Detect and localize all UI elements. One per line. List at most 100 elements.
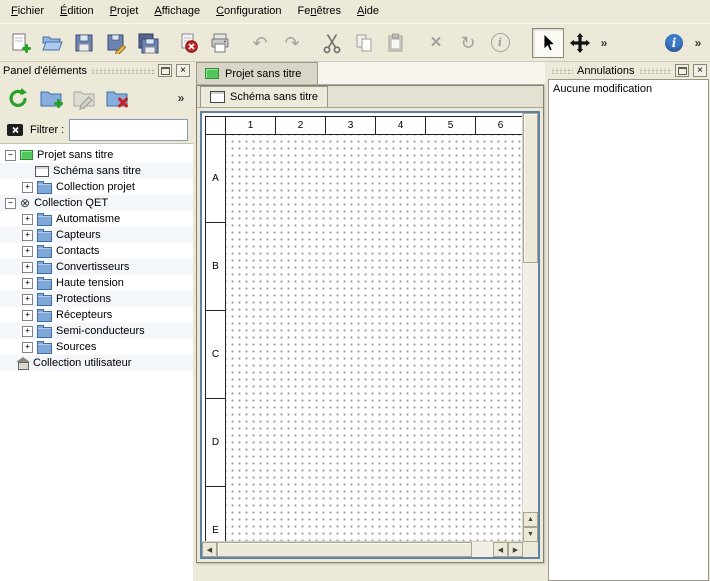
- horizontal-scrollbar[interactable]: ◀ ◀ ▶: [202, 541, 523, 557]
- vertical-scrollbar-thumb[interactable]: [523, 113, 538, 263]
- expand-expander-icon[interactable]: +: [22, 262, 33, 273]
- mdi-workspace: Projet sans titre Schéma sans titre 1: [196, 62, 545, 581]
- tab-project[interactable]: Projet sans titre: [196, 62, 318, 84]
- collapse-expander-icon[interactable]: −: [5, 198, 16, 209]
- expand-expander-icon[interactable]: +: [22, 246, 33, 257]
- tree-item-automatisme[interactable]: + Automatisme: [0, 211, 193, 227]
- tree-item-diagram[interactable]: Schéma sans titre: [0, 163, 193, 179]
- tab-diagram[interactable]: Schéma sans titre: [200, 86, 328, 107]
- elements-panel-toolbar: »: [0, 79, 193, 117]
- save-as-button[interactable]: [100, 28, 132, 58]
- expand-expander-icon[interactable]: +: [22, 310, 33, 321]
- tree-item-protections[interactable]: + Protections: [0, 291, 193, 307]
- tree-item-label: Automatisme: [56, 213, 120, 225]
- qet-collection-icon: ⊗: [20, 197, 30, 209]
- delete-button[interactable]: ✕: [420, 28, 452, 58]
- about-button[interactable]: i: [658, 28, 690, 58]
- tree-item-project[interactable]: − Projet sans titre: [0, 147, 193, 163]
- clear-filter-button[interactable]: [5, 120, 25, 140]
- redo-button[interactable]: ↷: [276, 28, 308, 58]
- tree-item-contacts[interactable]: + Contacts: [0, 243, 193, 259]
- printer-icon: [209, 32, 231, 54]
- open-document-button[interactable]: [36, 28, 68, 58]
- tree-item-project-collection[interactable]: + Collection projet: [0, 179, 193, 195]
- horizontal-scrollbar-thumb[interactable]: [217, 542, 472, 557]
- dock-drag-grip[interactable]: [91, 68, 154, 74]
- reload-collections-button[interactable]: [4, 84, 32, 112]
- print-button[interactable]: [204, 28, 236, 58]
- menu-configuration[interactable]: Configuration: [208, 0, 289, 23]
- select-tool-button[interactable]: [532, 28, 564, 58]
- menu-fichier[interactable]: Fichier: [3, 0, 52, 23]
- filter-row: Filtrer :: [0, 117, 193, 143]
- panel-toolbar-overflow-button[interactable]: »: [173, 84, 189, 112]
- undo-button[interactable]: ↶: [244, 28, 276, 58]
- cut-button[interactable]: [316, 28, 348, 58]
- vertical-scrollbar-track[interactable]: [523, 263, 538, 512]
- dock-float-button[interactable]: [158, 64, 172, 77]
- menu-affichage[interactable]: Affichage: [146, 0, 208, 23]
- tree-item-capteurs[interactable]: + Capteurs: [0, 227, 193, 243]
- rotate-button[interactable]: ↻: [452, 28, 484, 58]
- diagram-canvas[interactable]: 1 2 3 4 5 6 A B C D E: [202, 113, 523, 542]
- tree-item-user-collection[interactable]: Collection utilisateur: [0, 355, 193, 371]
- scroll-down-button[interactable]: ▼: [523, 527, 538, 542]
- grid-dots: [226, 135, 523, 542]
- toolbar-overflow-button[interactable]: »: [596, 28, 612, 58]
- expand-expander-icon[interactable]: +: [22, 294, 33, 305]
- chevron-right-icon: »: [601, 36, 608, 50]
- tree-item-sources[interactable]: + Sources: [0, 339, 193, 355]
- expand-expander-icon[interactable]: +: [22, 326, 33, 337]
- dock-close-button[interactable]: ×: [176, 64, 190, 77]
- pan-tool-button[interactable]: [564, 28, 596, 58]
- expand-expander-icon[interactable]: +: [22, 230, 33, 241]
- float-window-icon: [161, 67, 170, 75]
- tree-item-semi-conducteurs[interactable]: + Semi-conducteurs: [0, 323, 193, 339]
- dock-close-button[interactable]: ×: [693, 64, 707, 77]
- new-document-button[interactable]: [4, 28, 36, 58]
- tree-item-qet-collection[interactable]: − ⊗ Collection QET: [0, 195, 193, 211]
- scroll-left-button[interactable]: ◀: [202, 542, 217, 557]
- horizontal-scrollbar-track[interactable]: [472, 542, 493, 557]
- edit-pencil-icon: [72, 86, 96, 110]
- tree-item-label: Sources: [56, 341, 96, 353]
- save-button[interactable]: [68, 28, 100, 58]
- save-all-button[interactable]: [132, 28, 164, 58]
- folder-icon: [37, 247, 52, 258]
- expand-expander-icon[interactable]: +: [22, 182, 33, 193]
- close-icon: ×: [180, 66, 186, 76]
- menu-edition[interactable]: Édition: [52, 0, 102, 23]
- move-arrows-icon: [569, 32, 591, 54]
- scroll-right-button[interactable]: ▶: [508, 542, 523, 557]
- ruler-corner: [206, 117, 226, 135]
- tree-item-haute-tension[interactable]: + Haute tension: [0, 275, 193, 291]
- close-file-button[interactable]: [172, 28, 204, 58]
- menu-fenetres[interactable]: Fenêtres: [290, 0, 349, 23]
- scroll-left-button-2[interactable]: ◀: [493, 542, 508, 557]
- menu-projet[interactable]: Projet: [102, 0, 147, 23]
- expand-expander-icon[interactable]: +: [22, 278, 33, 289]
- paste-button[interactable]: [380, 28, 412, 58]
- scrollbar-corner: [523, 542, 538, 557]
- filter-input[interactable]: [69, 119, 188, 141]
- dock-drag-grip[interactable]: [551, 68, 573, 74]
- diagram-tab-bar: Schéma sans titre: [197, 86, 543, 108]
- properties-button[interactable]: i: [484, 28, 516, 58]
- dock-drag-grip[interactable]: [639, 68, 672, 74]
- undo-history-list[interactable]: Aucune modification: [548, 79, 709, 581]
- expand-expander-icon[interactable]: +: [22, 342, 33, 353]
- down-arrow-icon: ▼: [527, 531, 534, 538]
- new-element-button[interactable]: [37, 84, 65, 112]
- tree-item-convertisseurs[interactable]: + Convertisseurs: [0, 259, 193, 275]
- vertical-scrollbar[interactable]: ▲ ▼: [522, 113, 538, 542]
- delete-element-button[interactable]: [103, 84, 131, 112]
- menu-aide[interactable]: Aide: [349, 0, 387, 23]
- copy-button[interactable]: [348, 28, 380, 58]
- dock-float-button[interactable]: [675, 64, 689, 77]
- help-toolbar-overflow-button[interactable]: »: [690, 28, 706, 58]
- edit-element-button[interactable]: [70, 84, 98, 112]
- expand-expander-icon[interactable]: +: [22, 214, 33, 225]
- scroll-up-button[interactable]: ▲: [523, 512, 538, 527]
- tree-item-recepteurs[interactable]: + Récepteurs: [0, 307, 193, 323]
- collapse-expander-icon[interactable]: −: [5, 150, 16, 161]
